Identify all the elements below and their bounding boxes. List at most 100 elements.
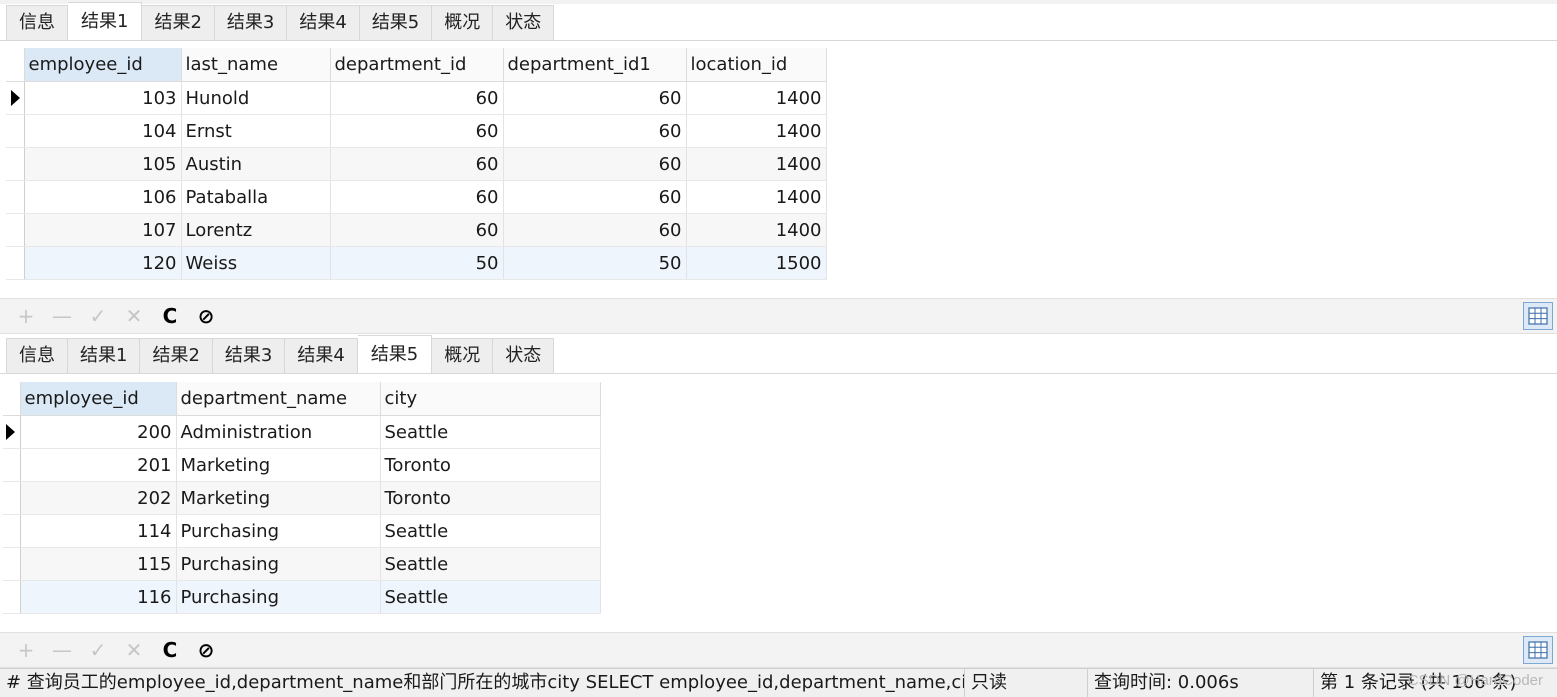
- cell-city[interactable]: Seattle: [380, 547, 601, 581]
- cell-employee-id[interactable]: 104: [24, 114, 182, 148]
- cell-city[interactable]: Seattle: [380, 514, 601, 548]
- cell-last-name[interactable]: Lorentz: [181, 213, 331, 247]
- cell-department-name[interactable]: Purchasing: [176, 580, 381, 614]
- tab-result-5[interactable]: 结果5: [359, 5, 433, 41]
- table-row[interactable]: 202 Marketing Toronto: [3, 481, 601, 515]
- cell-city[interactable]: Seattle: [380, 580, 601, 614]
- column-header-employee-id[interactable]: employee_id: [24, 48, 182, 82]
- cell-department-name[interactable]: Purchasing: [176, 514, 381, 548]
- cell-employee-id[interactable]: 120: [24, 246, 182, 280]
- table-row[interactable]: 106 Pataballa 60 60 1400: [6, 180, 827, 214]
- cell-location-id[interactable]: 1400: [686, 180, 827, 214]
- column-header-last-name[interactable]: last_name: [181, 48, 331, 82]
- tab-result-3[interactable]: 结果3: [212, 338, 286, 374]
- cell-employee-id[interactable]: 103: [24, 81, 182, 115]
- tab-result-2[interactable]: 结果2: [142, 5, 215, 41]
- cell-city[interactable]: Toronto: [380, 481, 601, 515]
- table-row[interactable]: 201 Marketing Toronto: [3, 448, 601, 482]
- cell-department-id1[interactable]: 60: [503, 81, 687, 115]
- tab-result-2[interactable]: 结果2: [140, 338, 213, 374]
- discard-changes-button[interactable]: ✕: [116, 638, 152, 662]
- stop-button[interactable]: ⊘: [188, 638, 224, 662]
- tab-status[interactable]: 状态: [493, 5, 555, 41]
- cell-department-name[interactable]: Marketing: [176, 481, 381, 515]
- refresh-button[interactable]: C: [152, 638, 188, 662]
- column-header-location-id[interactable]: location_id: [686, 48, 827, 82]
- cell-location-id[interactable]: 1400: [686, 213, 827, 247]
- tab-result-4[interactable]: 结果4: [285, 338, 358, 374]
- column-header-employee-id[interactable]: employee_id: [20, 382, 177, 416]
- cell-department-name[interactable]: Administration: [176, 415, 381, 449]
- cell-city[interactable]: Seattle: [380, 415, 601, 449]
- cell-employee-id[interactable]: 201: [20, 448, 177, 482]
- table-row[interactable]: 105 Austin 60 60 1400: [6, 147, 827, 181]
- refresh-button[interactable]: C: [152, 304, 188, 328]
- table-row[interactable]: 116 Purchasing Seattle: [3, 580, 601, 614]
- cell-city[interactable]: Toronto: [380, 448, 601, 482]
- tab-divider: [0, 40, 1557, 41]
- cell-last-name[interactable]: Austin: [181, 147, 331, 181]
- cell-department-name[interactable]: Purchasing: [176, 547, 381, 581]
- grid-view-button[interactable]: [1523, 636, 1553, 664]
- cell-last-name[interactable]: Hunold: [181, 81, 331, 115]
- cell-department-id1[interactable]: 60: [503, 147, 687, 181]
- column-header-department-id[interactable]: department_id: [330, 48, 504, 82]
- stop-button[interactable]: ⊘: [188, 304, 224, 328]
- cell-employee-id[interactable]: 107: [24, 213, 182, 247]
- cell-employee-id[interactable]: 202: [20, 481, 177, 515]
- table-row[interactable]: 120 Weiss 50 50 1500: [6, 246, 827, 280]
- tab-info[interactable]: 信息: [6, 5, 68, 41]
- cell-department-id1[interactable]: 60: [503, 213, 687, 247]
- cell-last-name[interactable]: Weiss: [181, 246, 331, 280]
- tab-result-1[interactable]: 结果1: [68, 338, 141, 374]
- tab-overview[interactable]: 概况: [432, 5, 494, 41]
- cell-employee-id[interactable]: 114: [20, 514, 177, 548]
- cell-department-id[interactable]: 60: [330, 114, 504, 148]
- discard-changes-button[interactable]: ✕: [116, 304, 152, 328]
- tab-status[interactable]: 状态: [493, 338, 555, 374]
- tab-result-3[interactable]: 结果3: [214, 5, 288, 41]
- table-row[interactable]: 114 Purchasing Seattle: [3, 514, 601, 548]
- tab-info[interactable]: 信息: [6, 338, 68, 374]
- cell-employee-id[interactable]: 105: [24, 147, 182, 181]
- column-header-city[interactable]: city: [380, 382, 601, 416]
- table-row[interactable]: 200 Administration Seattle: [3, 415, 601, 449]
- table-row[interactable]: 104 Ernst 60 60 1400: [6, 114, 827, 148]
- tab-overview[interactable]: 概况: [432, 338, 494, 374]
- tab-result-1[interactable]: 结果1: [68, 2, 143, 41]
- add-record-button[interactable]: +: [8, 638, 44, 662]
- tab-result-4[interactable]: 结果4: [287, 5, 360, 41]
- cell-department-id[interactable]: 60: [330, 81, 504, 115]
- cell-last-name[interactable]: Pataballa: [181, 180, 331, 214]
- column-header-department-name[interactable]: department_name: [176, 382, 381, 416]
- delete-record-button[interactable]: —: [44, 638, 80, 662]
- cell-department-id1[interactable]: 50: [503, 246, 687, 280]
- cell-department-id1[interactable]: 60: [503, 180, 687, 214]
- apply-changes-button[interactable]: ✓: [80, 638, 116, 662]
- cell-employee-id[interactable]: 106: [24, 180, 182, 214]
- grid-view-button[interactable]: [1523, 302, 1553, 330]
- cell-department-id[interactable]: 60: [330, 180, 504, 214]
- cell-location-id[interactable]: 1400: [686, 81, 827, 115]
- cell-employee-id[interactable]: 115: [20, 547, 177, 581]
- cell-location-id[interactable]: 1500: [686, 246, 827, 280]
- column-header-department-id1[interactable]: department_id1: [503, 48, 687, 82]
- cell-department-id1[interactable]: 60: [503, 114, 687, 148]
- apply-changes-button[interactable]: ✓: [80, 304, 116, 328]
- cell-department-id[interactable]: 50: [330, 246, 504, 280]
- table-row[interactable]: 103 Hunold 60 60 1400: [6, 81, 827, 115]
- result-grid-1: employee_id last_name department_id depa…: [6, 48, 827, 280]
- delete-record-button[interactable]: —: [44, 304, 80, 328]
- tab-result-5[interactable]: 结果5: [357, 335, 433, 374]
- cell-location-id[interactable]: 1400: [686, 147, 827, 181]
- cell-department-id[interactable]: 60: [330, 147, 504, 181]
- table-row[interactable]: 107 Lorentz 60 60 1400: [6, 213, 827, 247]
- cell-last-name[interactable]: Ernst: [181, 114, 331, 148]
- add-record-button[interactable]: +: [8, 304, 44, 328]
- table-row[interactable]: 115 Purchasing Seattle: [3, 547, 601, 581]
- cell-employee-id[interactable]: 200: [20, 415, 177, 449]
- cell-department-id[interactable]: 60: [330, 213, 504, 247]
- cell-location-id[interactable]: 1400: [686, 114, 827, 148]
- cell-department-name[interactable]: Marketing: [176, 448, 381, 482]
- cell-employee-id[interactable]: 116: [20, 580, 177, 614]
